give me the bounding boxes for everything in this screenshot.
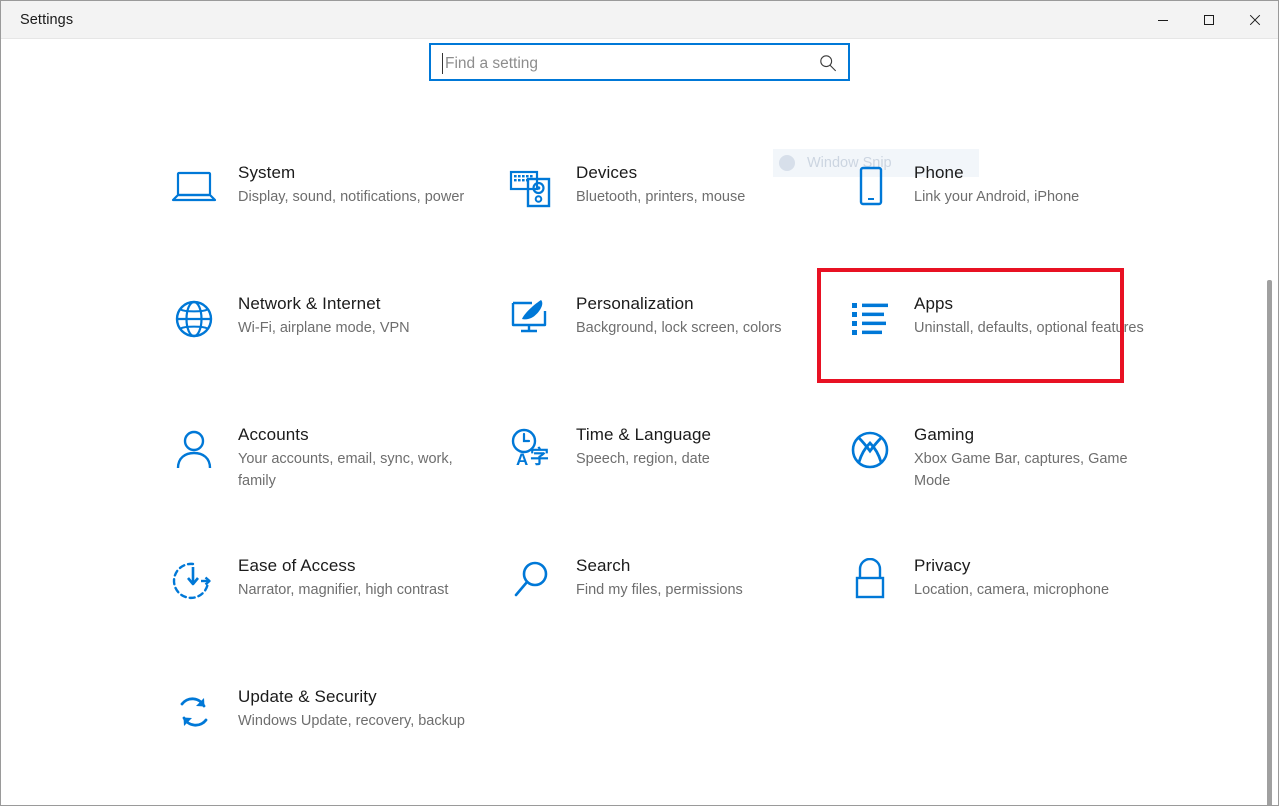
tile-text: Search Find my files, permissions	[576, 549, 743, 601]
tile-title: Accounts	[238, 425, 309, 444]
tile-update-security[interactable]: Update & Security Windows Update, recove…	[156, 672, 494, 803]
close-button[interactable]	[1232, 1, 1278, 38]
tile-text: Accounts Your accounts, email, sync, wor…	[238, 418, 470, 492]
tile-devices[interactable]: Devices Bluetooth, printers, mouse	[494, 148, 832, 279]
paintbrush-monitor-icon	[504, 291, 560, 347]
search-icon[interactable]	[819, 54, 837, 72]
ease-of-access-icon	[166, 553, 222, 609]
laptop-icon	[166, 160, 222, 216]
window-title: Settings	[20, 12, 74, 28]
tile-title: Devices	[576, 163, 638, 182]
person-icon	[166, 422, 222, 478]
settings-window: Settings Window Snip	[0, 0, 1279, 806]
refresh-icon	[166, 684, 222, 740]
close-icon	[1249, 14, 1261, 25]
tile-row: System Display, sound, notifications, po…	[156, 148, 1171, 279]
tile-phone[interactable]: Phone Link your Android, iPhone	[832, 148, 1170, 279]
clock-language-icon: A 字	[504, 422, 560, 478]
tile-title: Gaming	[914, 425, 975, 444]
vertical-scrollbar[interactable]	[1263, 40, 1277, 805]
tile-title: Privacy	[914, 556, 971, 575]
phone-icon	[842, 160, 898, 216]
tile-title: Apps	[914, 294, 954, 313]
tile-description: Find my files, permissions	[576, 582, 743, 598]
tile-description: Narrator, magnifier, high contrast	[238, 582, 449, 598]
tile-empty	[494, 672, 832, 803]
lock-icon	[842, 553, 898, 609]
tile-empty	[832, 672, 1170, 803]
tile-title: Ease of Access	[238, 556, 356, 575]
globe-icon	[166, 291, 222, 347]
tile-text: System Display, sound, notifications, po…	[238, 156, 464, 208]
title-bar[interactable]: Settings	[1, 1, 1278, 39]
tile-description: Uninstall, defaults, optional features	[914, 320, 1144, 336]
tile-description: Wi-Fi, airplane mode, VPN	[238, 320, 410, 336]
settings-category-grid: System Display, sound, notifications, po…	[156, 148, 1171, 803]
search-input[interactable]	[445, 52, 795, 76]
tile-title: Time & Language	[576, 425, 712, 444]
tile-text: Phone Link your Android, iPhone	[914, 156, 1079, 208]
maximize-icon	[1204, 14, 1214, 25]
tile-title: Personalization	[576, 294, 694, 313]
tile-ease-of-access[interactable]: Ease of Access Narrator, magnifier, high…	[156, 541, 494, 672]
tile-network-internet[interactable]: Network & Internet Wi-Fi, airplane mode,…	[156, 279, 494, 410]
text-caret	[442, 53, 443, 74]
tile-text: Privacy Location, camera, microphone	[914, 549, 1109, 601]
tile-description: Background, lock screen, colors	[576, 320, 782, 336]
tile-accounts[interactable]: Accounts Your accounts, email, sync, wor…	[156, 410, 494, 541]
tile-text: Network & Internet Wi-Fi, airplane mode,…	[238, 287, 410, 339]
tile-row: Update & Security Windows Update, recove…	[156, 672, 1171, 803]
tile-title: Search	[576, 556, 631, 575]
tile-text: Time & Language Speech, region, date	[576, 418, 711, 470]
list-icon	[842, 291, 898, 347]
tile-description: Display, sound, notifications, power	[238, 189, 465, 205]
tile-title: Phone	[914, 163, 964, 182]
tile-title: Network & Internet	[238, 294, 381, 313]
tile-system[interactable]: System Display, sound, notifications, po…	[156, 148, 494, 279]
tile-text: Ease of Access Narrator, magnifier, high…	[238, 549, 448, 601]
search-box[interactable]	[429, 43, 850, 81]
tile-description: Speech, region, date	[576, 451, 710, 467]
tile-description: Windows Update, recovery, backup	[238, 713, 466, 729]
svg-text:字: 字	[530, 445, 549, 468]
tile-personalization[interactable]: Personalization Background, lock screen,…	[494, 279, 832, 410]
tile-row: Accounts Your accounts, email, sync, wor…	[156, 410, 1171, 541]
scrollbar-thumb[interactable]	[1267, 280, 1272, 805]
magnifier-icon	[504, 553, 560, 609]
svg-text:A: A	[516, 450, 528, 469]
tile-apps[interactable]: Apps Uninstall, defaults, optional featu…	[832, 279, 1170, 410]
minimize-button[interactable]	[1140, 1, 1186, 38]
minimize-icon	[1158, 19, 1168, 21]
tile-text: Devices Bluetooth, printers, mouse	[576, 156, 745, 208]
tile-title: System	[238, 163, 296, 182]
tile-text: Gaming Xbox Game Bar, captures, Game Mod…	[914, 418, 1146, 492]
xbox-icon	[842, 422, 898, 478]
tile-text: Update & Security Windows Update, recove…	[238, 680, 465, 732]
tile-privacy[interactable]: Privacy Location, camera, microphone	[832, 541, 1170, 672]
tile-description: Location, camera, microphone	[914, 582, 1110, 598]
tile-search[interactable]: Search Find my files, permissions	[494, 541, 832, 672]
tile-text: Apps Uninstall, defaults, optional featu…	[914, 287, 1144, 339]
tile-description: Bluetooth, printers, mouse	[576, 189, 746, 205]
tile-gaming[interactable]: Gaming Xbox Game Bar, captures, Game Mod…	[832, 410, 1170, 541]
tile-description: Your accounts, email, sync, work, family	[238, 451, 453, 489]
tile-description: Link your Android, iPhone	[914, 189, 1080, 205]
keyboard-speaker-icon	[504, 160, 560, 216]
maximize-button[interactable]	[1186, 1, 1232, 38]
tile-row: Ease of Access Narrator, magnifier, high…	[156, 541, 1171, 672]
tile-title: Update & Security	[238, 687, 377, 706]
tile-description: Xbox Game Bar, captures, Game Mode	[914, 451, 1128, 489]
tile-time-language[interactable]: A 字 Time & Language Speech, region, date	[494, 410, 832, 541]
tile-text: Personalization Background, lock screen,…	[576, 287, 782, 339]
tile-row: Network & Internet Wi-Fi, airplane mode,…	[156, 279, 1171, 410]
